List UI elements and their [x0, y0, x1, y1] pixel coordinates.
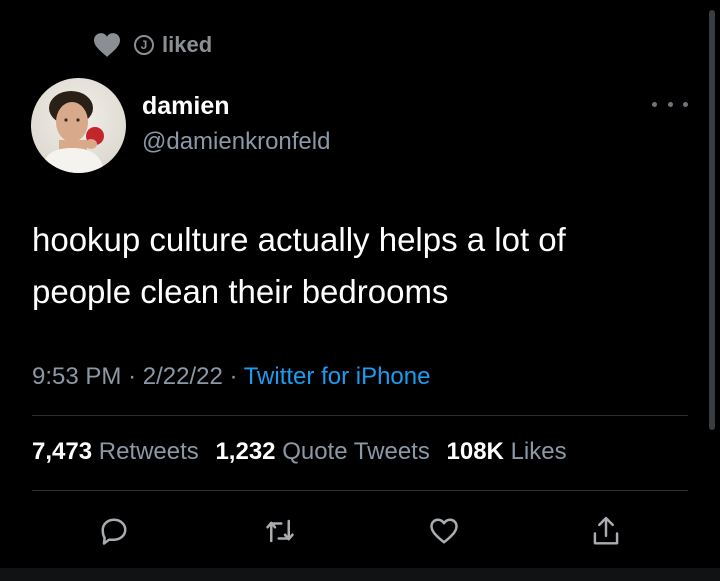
- retweets-label: Retweets: [98, 438, 199, 465]
- avatar[interactable]: [31, 78, 126, 173]
- heart-icon: [94, 33, 120, 57]
- like-button[interactable]: [424, 511, 464, 551]
- share-icon: [593, 516, 619, 545]
- liker-avatar: J: [134, 35, 154, 55]
- username-handle[interactable]: @damienkronfeld: [142, 128, 330, 156]
- likes-count: 108K: [446, 438, 504, 465]
- reply-button[interactable]: [94, 511, 134, 551]
- divider: [32, 490, 688, 491]
- more-icon[interactable]: [652, 94, 688, 114]
- liked-label: liked: [162, 32, 213, 57]
- likes-label: Likes: [510, 438, 567, 465]
- action-bar: [0, 511, 720, 551]
- tweet-time[interactable]: 9:53 PM: [32, 363, 121, 390]
- tweet-meta: 9:53 PM · 2/22/22 · Twitter for iPhone: [32, 363, 430, 391]
- tweet-source[interactable]: Twitter for iPhone: [244, 363, 431, 390]
- quote-count: 1,232: [215, 438, 276, 465]
- retweets-stat[interactable]: 7,473 Retweets: [32, 438, 199, 465]
- like-icon: [430, 518, 458, 544]
- tweet-stats: 7,473 Retweets 1,232 Quote Tweets 108K L…: [32, 438, 577, 466]
- meta-separator: ·: [229, 363, 244, 390]
- retweets-count: 7,473: [32, 438, 93, 465]
- tweet-screen: J liked damien @damienkronfeld hookup cu…: [0, 0, 720, 581]
- retweet-icon: [266, 519, 294, 543]
- divider: [32, 415, 688, 416]
- bottom-edge: [0, 568, 720, 581]
- likes-stat[interactable]: 108K Likes: [447, 438, 567, 465]
- display-name[interactable]: damien: [142, 92, 230, 121]
- tweet-text: hookup culture actually helps a lot of p…: [32, 221, 566, 310]
- social-context[interactable]: J liked: [92, 30, 212, 60]
- meta-separator: ·: [128, 363, 143, 390]
- quote-tweets-stat[interactable]: 1,232 Quote Tweets: [215, 438, 429, 465]
- retweet-button[interactable]: [260, 511, 300, 551]
- tweet-date[interactable]: 2/22/22: [143, 363, 223, 390]
- scrollbar[interactable]: [709, 10, 715, 430]
- share-button[interactable]: [586, 511, 626, 551]
- reply-icon: [101, 518, 127, 545]
- quote-label: Quote Tweets: [282, 438, 430, 465]
